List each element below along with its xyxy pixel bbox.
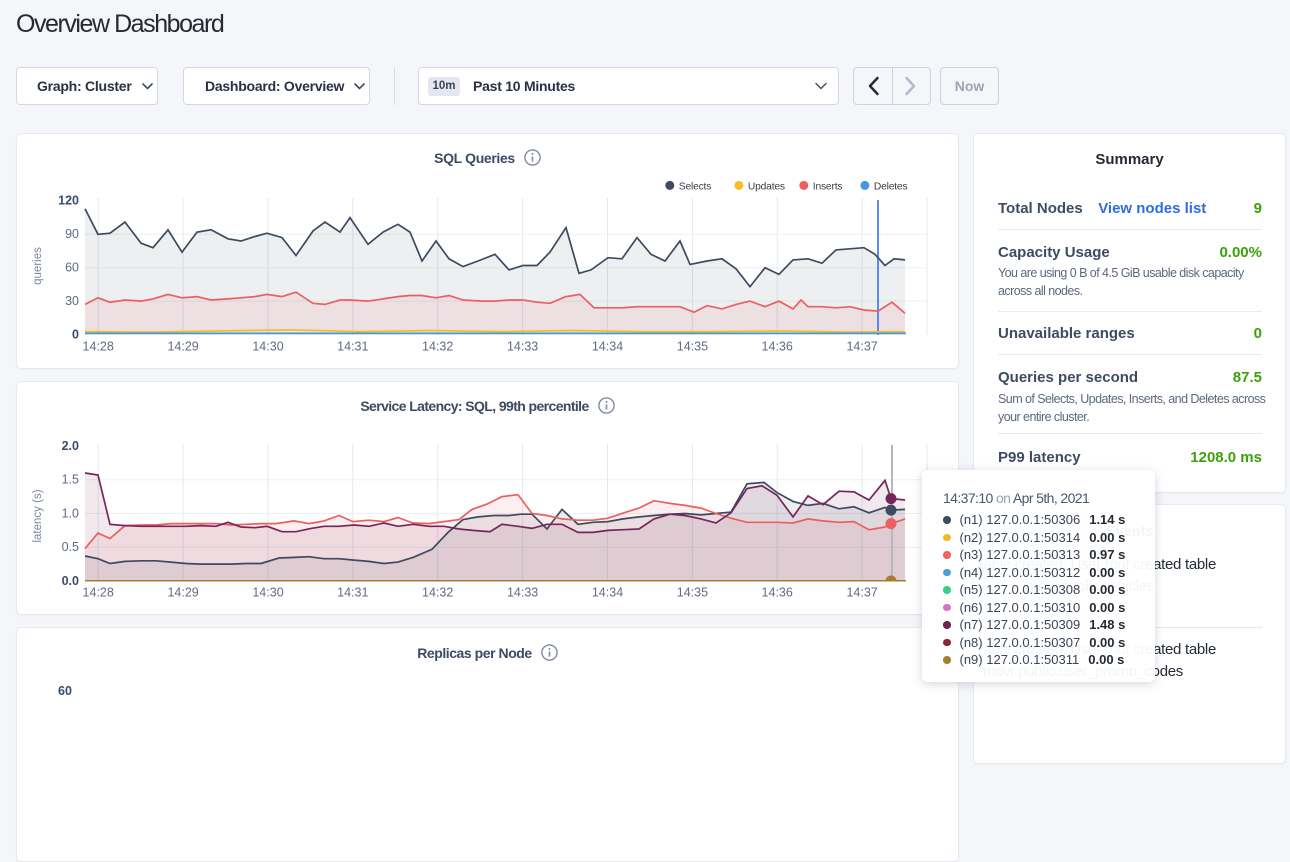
svg-text:1.0: 1.0 bbox=[62, 506, 79, 520]
svg-text:14:34: 14:34 bbox=[592, 340, 623, 354]
svg-text:14:30: 14:30 bbox=[252, 340, 283, 354]
svg-text:14:33: 14:33 bbox=[507, 340, 538, 354]
svg-text:14:31: 14:31 bbox=[337, 340, 368, 354]
svg-text:Inserts: Inserts bbox=[813, 181, 843, 192]
svg-text:latency (s): latency (s) bbox=[32, 489, 44, 542]
svg-text:14:37: 14:37 bbox=[846, 586, 877, 600]
svg-text:14:35: 14:35 bbox=[677, 340, 708, 354]
svg-text:14:34: 14:34 bbox=[592, 586, 623, 600]
svg-text:14:30: 14:30 bbox=[252, 586, 283, 600]
svg-text:0: 0 bbox=[72, 327, 79, 341]
svg-text:60: 60 bbox=[65, 260, 79, 274]
svg-text:14:29: 14:29 bbox=[167, 340, 198, 354]
svg-text:14:37: 14:37 bbox=[846, 340, 877, 354]
svg-text:1.5: 1.5 bbox=[62, 473, 79, 487]
svg-text:Deletes: Deletes bbox=[874, 181, 908, 192]
svg-text:0.5: 0.5 bbox=[62, 540, 79, 554]
svg-text:Updates: Updates bbox=[748, 181, 785, 192]
svg-text:Selects: Selects bbox=[679, 181, 711, 192]
svg-text:14:29: 14:29 bbox=[167, 586, 198, 600]
svg-text:120: 120 bbox=[58, 194, 79, 208]
svg-text:queries: queries bbox=[32, 247, 44, 285]
svg-text:14:32: 14:32 bbox=[422, 586, 453, 600]
svg-text:14:32: 14:32 bbox=[422, 340, 453, 354]
svg-text:14:33: 14:33 bbox=[507, 586, 538, 600]
svg-text:2.0: 2.0 bbox=[62, 439, 79, 453]
svg-text:90: 90 bbox=[65, 227, 79, 241]
svg-text:14:28: 14:28 bbox=[83, 340, 114, 354]
svg-text:14:31: 14:31 bbox=[337, 586, 368, 600]
svg-text:14:28: 14:28 bbox=[83, 586, 114, 600]
svg-text:14:36: 14:36 bbox=[762, 340, 793, 354]
svg-text:14:35: 14:35 bbox=[677, 586, 708, 600]
svg-text:14:36: 14:36 bbox=[762, 586, 793, 600]
svg-text:0.0: 0.0 bbox=[62, 574, 79, 588]
svg-text:30: 30 bbox=[65, 294, 79, 308]
